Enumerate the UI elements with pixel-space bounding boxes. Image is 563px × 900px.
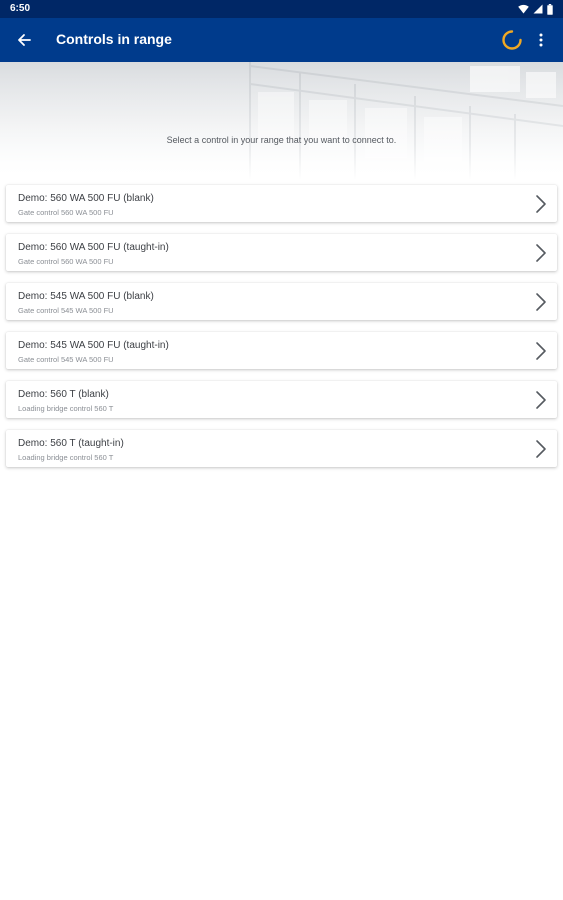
control-item[interactable]: Demo: 560 WA 500 FU (blank) Gate control… [6, 185, 557, 222]
wifi-icon [518, 4, 529, 14]
control-subtitle: Loading bridge control 560 T [18, 453, 114, 462]
control-title: Demo: 560 WA 500 FU (blank) [18, 193, 154, 204]
control-item[interactable]: Demo: 545 WA 500 FU (blank) Gate control… [6, 283, 557, 320]
control-subtitle: Gate control 560 WA 500 FU [18, 257, 114, 266]
control-subtitle: Gate control 545 WA 500 FU [18, 355, 114, 364]
back-button[interactable] [12, 28, 36, 52]
signal-icon [533, 4, 543, 14]
status-icons [518, 3, 553, 15]
control-title: Demo: 560 T (blank) [18, 389, 109, 400]
page-title: Controls in range [56, 31, 172, 47]
control-item[interactable]: Demo: 560 T (taught-in) Loading bridge c… [6, 430, 557, 467]
status-bar: 6:50 [0, 0, 563, 18]
chevron-right-icon [536, 244, 546, 262]
arrow-left-icon [18, 34, 31, 46]
control-title: Demo: 560 T (taught-in) [18, 438, 124, 449]
control-item[interactable]: Demo: 545 WA 500 FU (taught-in) Gate con… [6, 332, 557, 369]
chevron-right-icon [536, 293, 546, 311]
spinner-icon [502, 30, 522, 50]
app-bar: Controls in range [0, 18, 563, 62]
instruction-text: Select a control in your range that you … [166, 135, 397, 145]
control-subtitle: Gate control 560 WA 500 FU [18, 208, 114, 217]
control-subtitle: Gate control 545 WA 500 FU [18, 306, 114, 315]
overflow-menu-button[interactable] [531, 28, 551, 52]
battery-icon [547, 3, 553, 15]
control-title: Demo: 545 WA 500 FU (blank) [18, 291, 154, 302]
control-item[interactable]: Demo: 560 T (blank) Loading bridge contr… [6, 381, 557, 418]
control-item[interactable]: Demo: 560 WA 500 FU (taught-in) Gate con… [6, 234, 557, 271]
hero-banner: Select a control in your range that you … [0, 62, 563, 180]
status-time: 6:50 [10, 3, 31, 14]
controls-list: Demo: 560 WA 500 FU (blank) Gate control… [6, 185, 557, 479]
chevron-right-icon [536, 391, 546, 409]
control-title: Demo: 545 WA 500 FU (taught-in) [18, 340, 169, 351]
building-illustration [0, 62, 563, 180]
control-title: Demo: 560 WA 500 FU (taught-in) [18, 242, 169, 253]
chevron-right-icon [536, 195, 546, 213]
chevron-right-icon [536, 440, 546, 458]
more-vert-icon [539, 33, 543, 47]
control-subtitle: Loading bridge control 560 T [18, 404, 114, 413]
chevron-right-icon [536, 342, 546, 360]
